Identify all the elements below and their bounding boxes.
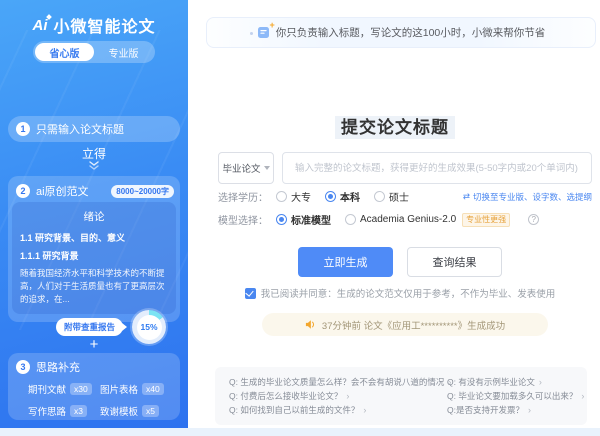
preview-outline-1: 1.1 研究背景、目的、意义 xyxy=(20,231,168,244)
logo-text: 小微智能论文 xyxy=(53,13,155,37)
radio-icon xyxy=(345,214,356,225)
faq-question[interactable]: Q: 有没有示例毕业论文 › xyxy=(447,376,584,388)
education-row: 选择学历： 大专 本科 硕士 ⇄ 切换至专业版、设字数、选提纲 xyxy=(218,189,592,204)
version-tabs: 省心版 专业版 xyxy=(33,41,155,63)
chevron-right-icon: › xyxy=(346,391,349,401)
resource-count-badge: x40 xyxy=(142,383,164,395)
logo-icon: Ai xyxy=(32,17,47,34)
plus-icon: + xyxy=(0,336,188,353)
action-buttons: 立即生成 查询结果 xyxy=(190,247,600,277)
tab-worry-free-version[interactable]: 省心版 xyxy=(35,43,94,61)
radio-icon xyxy=(276,214,287,225)
radio-icon xyxy=(374,191,385,202)
promo-banner: + 你只负责输入标题，写论文的这100小时，小微来帮你节省 xyxy=(206,17,596,48)
instant-get-label: 立得 xyxy=(0,145,188,162)
paper-type-value: 毕业论文 xyxy=(222,161,260,175)
help-icon[interactable]: ? xyxy=(528,214,539,225)
preview-outline-2: 1.1.1 研究背景 xyxy=(20,249,168,262)
agreement-row: 我已阅读并同意：生成的论文范文仅用于参考，不作为毕业、发表使用 xyxy=(190,286,600,300)
resource-count-badge: x30 xyxy=(70,383,92,395)
model-badge: 专业性更强 xyxy=(462,213,510,227)
model-label: 模型选择： xyxy=(218,212,268,227)
footer-strip xyxy=(0,428,600,436)
dot-icon xyxy=(250,32,253,35)
step1-number: 1 xyxy=(16,122,30,136)
faq-column-left: Q: 生成的毕业论文质量怎么样？会不会有胡说八道的情况 › Q: 付费后怎么接收… xyxy=(229,376,447,416)
chevron-right-icon: › xyxy=(581,391,584,401)
plagiarism-report-button[interactable]: 附带查重报告 xyxy=(56,318,123,336)
query-result-button[interactable]: 查询结果 xyxy=(407,247,502,277)
faq-column-right: Q: 有没有示例毕业论文 › Q: 毕业论文要加载多久可以出来？ › Q:是否支… xyxy=(447,376,584,416)
resource-count-badge: x5 xyxy=(142,405,159,417)
faq-question[interactable]: Q: 如何找到自己以前生成的文件？ › xyxy=(229,404,447,416)
paper-type-select[interactable]: 毕业论文 xyxy=(218,152,274,184)
preview-paragraph: 随着我国经济水平和科学技术的不断提高，人们对于生活质量也有了更高层次的追求，在.… xyxy=(20,267,168,305)
agreement-checkbox[interactable] xyxy=(245,288,256,299)
radio-option-shuoshi[interactable]: 硕士 xyxy=(374,189,409,204)
page-title: 提交论文标题 xyxy=(190,113,600,138)
paper-preview: 绪论 1.1 研究背景、目的、意义 1.1.1 研究背景 随着我国经济水平和科学… xyxy=(12,202,176,314)
faq-panel: Q: 生成的毕业论文质量怎么样？会不会有胡说八道的情况 › Q: 付费后怎么接收… xyxy=(215,367,587,425)
radio-option-dazhuan[interactable]: 大专 xyxy=(276,189,311,204)
radio-icon xyxy=(325,191,336,202)
notice-text: 37分钟前 论文《应用工**********》生成成功 xyxy=(322,318,505,332)
chevron-right-icon: › xyxy=(363,405,366,415)
step3-header: 3 思路补充 xyxy=(16,359,172,375)
resource-label: 写作思路 xyxy=(28,404,66,418)
resource-count-badge: x3 xyxy=(70,405,87,417)
step3-label: 思路补充 xyxy=(36,359,80,375)
agreement-text: 我已阅读并同意：生成的论文范文仅用于参考，不作为毕业、发表使用 xyxy=(261,286,556,300)
education-label: 选择学历： xyxy=(218,189,268,204)
generate-button[interactable]: 立即生成 xyxy=(298,247,393,277)
radio-option-benke[interactable]: 本科 xyxy=(325,189,360,204)
generation-notice: 37分钟前 论文《应用工**********》生成成功 xyxy=(262,313,548,336)
chevron-right-icon: › xyxy=(528,405,531,415)
chevron-down-icon xyxy=(88,161,100,171)
chevron-right-icon: › xyxy=(539,377,542,387)
resource-images-tables: 图片表格 x40 xyxy=(100,382,172,396)
step1-bar: 1 只需输入论文标题 xyxy=(8,116,180,142)
sparkle-icon: + xyxy=(269,20,274,30)
sidebar: Ai 小微智能论文 省心版 专业版 1 只需输入论文标题 立得 2 ai原创范文… xyxy=(0,0,188,428)
radio-option-academia-genius[interactable]: Academia Genius-2.0 专业性更强 xyxy=(345,213,510,227)
step3-number: 3 xyxy=(16,360,30,374)
caret-down-icon xyxy=(264,166,270,170)
step1-label: 只需输入论文标题 xyxy=(36,121,124,137)
faq-question[interactable]: Q: 生成的毕业论文质量怎么样？会不会有胡说八道的情况 › xyxy=(229,376,447,388)
step3-card: 3 思路补充 期刊文献 x30 图片表格 x40 写作思路 x3 致谢模板 xyxy=(8,353,180,420)
step2-number: 2 xyxy=(16,184,30,198)
app-window: Ai 小微智能论文 省心版 专业版 1 只需输入论文标题 立得 2 ai原创范文… xyxy=(0,0,600,436)
step2-label: ai原创范文 xyxy=(36,183,89,199)
resource-label: 致谢模板 xyxy=(100,404,138,418)
switch-to-pro-link[interactable]: ⇄ 切换至专业版、设字数、选提纲 xyxy=(463,191,592,203)
resource-journal-refs: 期刊文献 x30 xyxy=(28,382,100,396)
faq-question[interactable]: Q:是否支持开发票？ › xyxy=(447,404,584,416)
speaker-icon xyxy=(305,319,316,330)
step2-card: 2 ai原创范文 8000~20000字 绪论 1.1 研究背景、目的、意义 1… xyxy=(8,176,180,322)
resources-grid: 期刊文献 x30 图片表格 x40 写作思路 x3 致谢模板 x5 xyxy=(16,382,172,418)
radio-option-standard-model[interactable]: 标准模型 xyxy=(276,212,331,227)
faq-question[interactable]: Q: 毕业论文要加载多久可以出来？ › xyxy=(447,390,584,402)
resource-writing-ideas: 写作思路 x3 xyxy=(28,404,100,418)
resource-label: 图片表格 xyxy=(100,382,138,396)
banner-text: 你只负责输入标题，写论文的这100小时，小微来帮你节省 xyxy=(276,25,546,40)
model-row: 模型选择： 标准模型 Academia Genius-2.0 专业性更强 ? xyxy=(218,212,592,227)
step2-header: 2 ai原创范文 8000~20000字 xyxy=(12,180,176,202)
title-form: 毕业论文 xyxy=(218,152,592,184)
document-sparkle-icon: + xyxy=(257,26,270,39)
paper-title-input[interactable] xyxy=(282,152,592,184)
logo: Ai 小微智能论文 xyxy=(0,13,188,37)
faq-question[interactable]: Q: 付费后怎么接收毕业论文？ › xyxy=(229,390,447,402)
resource-label: 期刊文献 xyxy=(28,382,66,396)
switch-icon: ⇄ xyxy=(463,191,470,202)
word-count-badge: 8000~20000字 xyxy=(111,185,174,198)
preview-heading: 绪论 xyxy=(20,209,168,224)
tab-professional-version[interactable]: 专业版 xyxy=(94,43,153,61)
resource-thanks-template: 致谢模板 x5 xyxy=(100,404,172,418)
radio-icon xyxy=(276,191,287,202)
